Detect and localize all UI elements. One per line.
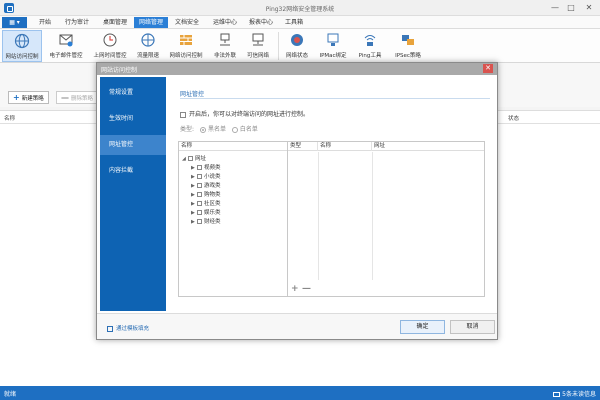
checkbox[interactable] xyxy=(197,174,202,179)
ribbon-ipmac-binding[interactable]: IPMac绑定 xyxy=(315,30,351,62)
column-header-name[interactable]: 名称 xyxy=(4,114,15,122)
tree-node-shopping[interactable]: ▶ 购物类 xyxy=(191,190,221,198)
checkbox[interactable] xyxy=(197,219,202,224)
minus-icon: — xyxy=(61,93,69,102)
tree-node-novel[interactable]: ▶ 小说类 xyxy=(191,172,221,180)
ribbon-email-control[interactable]: 电子邮件管控 xyxy=(45,30,87,62)
grid-column-name[interactable]: 名称 xyxy=(318,142,372,151)
url-grid: 类型 名称 网址 + — xyxy=(288,141,485,297)
menu-desktop-management[interactable]: 桌面管理 xyxy=(98,17,132,28)
grid-column-divider xyxy=(372,152,373,280)
menu-report-center[interactable]: 报表中心 xyxy=(244,17,278,28)
nav-url-control[interactable]: 网址管控 xyxy=(100,135,166,155)
nav-content-block[interactable]: 内容拦截 xyxy=(100,161,166,181)
tree-node-video[interactable]: ▶ 视频类 xyxy=(191,163,221,171)
grid-column-type[interactable]: 类型 xyxy=(288,142,318,151)
ipmac-icon xyxy=(327,33,339,46)
ribbon-ping-tool[interactable]: Ping工具 xyxy=(354,30,386,62)
mail-icon xyxy=(553,392,561,397)
globe-icon xyxy=(14,33,30,49)
template-icon xyxy=(107,325,113,332)
ribbon-internet-time-control[interactable]: 上网时间管控 xyxy=(89,30,131,62)
dialog-close-button[interactable]: ✕ xyxy=(483,64,493,73)
section-title: 网址管控 xyxy=(180,91,205,98)
checkbox[interactable] xyxy=(197,192,202,197)
checkbox[interactable] xyxy=(197,183,202,188)
grid-column-divider xyxy=(318,152,319,280)
remove-url-icon[interactable]: — xyxy=(302,284,311,294)
menu-ops-center[interactable]: 运维中心 xyxy=(208,17,242,28)
tree-node-community[interactable]: ▶ 社区类 xyxy=(191,199,221,207)
main-menu-button[interactable]: ▦ ▾ xyxy=(2,17,27,28)
menu-document-security[interactable]: 文档安全 xyxy=(170,17,204,28)
ribbon-network-access-control[interactable]: 网络访问控制 xyxy=(165,30,207,62)
dialog-title: 网站访问控制 xyxy=(101,67,138,74)
new-policy-button[interactable]: + 新建策略 xyxy=(8,91,49,104)
dialog-header: 网站访问控制 ✕ xyxy=(97,63,497,75)
trusted-network-icon xyxy=(252,33,264,46)
menu-behavior-audit[interactable]: 行为审计 xyxy=(60,17,94,28)
ipsec-icon xyxy=(402,35,414,45)
nav-general-settings[interactable]: 常规设置 xyxy=(100,83,166,103)
tree-node-game[interactable]: ▶ 游戏类 xyxy=(191,181,221,189)
cancel-button[interactable]: 取消 xyxy=(450,320,495,334)
checkbox[interactable] xyxy=(188,156,193,161)
whitelist-radio[interactable] xyxy=(231,126,238,133)
ribbon-illegal-outreach[interactable]: 非法外联 xyxy=(210,30,240,62)
clock-icon xyxy=(103,33,117,47)
nav-effective-time[interactable]: 生效时间 xyxy=(100,109,166,129)
section-divider xyxy=(180,98,490,99)
ok-button[interactable]: 确定 xyxy=(400,320,445,334)
maximize-button[interactable]: □ xyxy=(564,2,578,14)
menu-start[interactable]: 开始 xyxy=(34,17,56,28)
enable-url-control-checkbox[interactable]: 开启后，你可以对终端访问的网址进行控制。 xyxy=(180,109,309,118)
column-header-status[interactable]: 状态 xyxy=(508,114,519,122)
ribbon-ipsec-policy[interactable]: IPSec策略 xyxy=(389,30,427,62)
menu-network-management[interactable]: 网络管理 xyxy=(134,17,169,28)
grid-header: 类型 名称 网址 xyxy=(288,142,484,151)
menu-bar: ▦ ▾ 开始 行为审计 桌面管理 网络管理 文档安全 运维中心 报表中心 工具箱 xyxy=(0,16,600,29)
ribbon-trusted-network[interactable]: 可信网络 xyxy=(243,30,273,62)
network-status-icon xyxy=(291,34,303,46)
dialog-footer: 通过模板填充 确定 取消 xyxy=(97,313,497,339)
status-text: 就绪 xyxy=(4,391,17,398)
unread-messages[interactable]: 5条未读信息 xyxy=(553,389,596,398)
email-icon xyxy=(59,34,73,47)
tree-header: 名称 xyxy=(179,142,287,151)
fill-from-template-link[interactable]: 通过模板填充 xyxy=(107,324,149,332)
checkbox[interactable] xyxy=(180,111,186,118)
tree-root-node[interactable]: ◢ 网址 xyxy=(182,154,206,162)
plus-icon: + xyxy=(13,93,20,102)
tree-node-finance[interactable]: ▶ 财经类 xyxy=(191,217,221,225)
speed-icon xyxy=(141,33,155,47)
menu-toolbox[interactable]: 工具箱 xyxy=(280,17,308,28)
category-tree: 名称 ◢ 网址 ▶ 视频类 ▶ 小说类 ▶ 游戏类 ▶ 购物类 ▶ 社区类 ▶ 娱乐类 ▶ 财经… xyxy=(178,141,288,297)
minimize-button[interactable]: — xyxy=(548,2,562,14)
website-control-dialog: 网站访问控制 ✕ 常规设置 生效时间 网址管控 内容拦截 网址管控 开启后，你可… xyxy=(96,62,498,340)
ribbon-website-control[interactable]: 网站访问控制 xyxy=(2,30,42,62)
grid-column-url[interactable]: 网址 xyxy=(372,142,484,151)
title-bar: Ping32网络安全管理系统 — □ ✕ xyxy=(0,0,600,16)
add-url-icon[interactable]: + xyxy=(291,284,299,294)
ribbon-separator xyxy=(278,32,279,60)
close-button[interactable]: ✕ xyxy=(582,2,596,14)
ribbon-traffic-limit[interactable]: 流量限速 xyxy=(133,30,163,62)
type-selector: 类型: 黑名单 白名单 xyxy=(180,126,258,133)
status-bar: 就绪 5条未读信息 xyxy=(0,386,600,400)
ping-icon xyxy=(364,35,376,46)
ribbon-network-status[interactable]: 网络状态 xyxy=(282,30,312,62)
blacklist-radio[interactable] xyxy=(199,126,206,133)
checkbox[interactable] xyxy=(197,165,202,170)
tree-node-entertainment[interactable]: ▶ 娱乐类 xyxy=(191,208,221,216)
checkbox[interactable] xyxy=(197,210,202,215)
delete-policy-button[interactable]: — 删除策略 xyxy=(56,91,99,104)
firewall-icon xyxy=(180,35,192,45)
checkbox[interactable] xyxy=(197,201,202,206)
ribbon-toolbar: 网站访问控制 电子邮件管控 上网时间管控 流量限速 网络访问控制 非法外联 可信… xyxy=(0,29,600,63)
dialog-nav: 常规设置 生效时间 网址管控 内容拦截 xyxy=(100,77,166,311)
network-icon xyxy=(220,33,230,46)
window-title: Ping32网络安全管理系统 xyxy=(265,6,335,13)
